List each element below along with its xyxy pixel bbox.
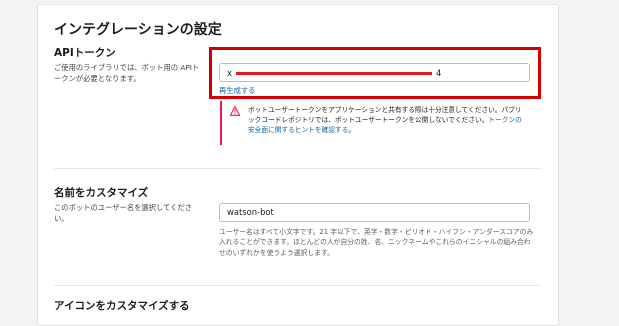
api-token-label: APIトークン (54, 47, 116, 59)
name-section-description: このボットのユーザー名を選択してください。 (54, 203, 193, 223)
regenerate-link[interactable]: 再生成する (219, 86, 255, 96)
section-divider (54, 285, 542, 286)
warning-text: ボットユーザートークンをアプリケーションと共有する際は十分注意してください。パブ… (248, 105, 528, 135)
warning-tail: 。 (348, 126, 355, 134)
settings-card: インテグレーションの設定 APIトークン ご使用のライブラリでは、ボット用の A… (37, 4, 559, 326)
page-title: インテグレーションの設定 (54, 22, 222, 38)
name-section-label: 名前をカスタマイズ (54, 187, 149, 199)
username-help-text: ユーザー名はすべて小文字です。21 字以下で、英字・数字・ピリオド・ハイフン・ア… (219, 228, 534, 257)
section-divider (54, 168, 542, 169)
api-token-description: ご使用のライブラリでは、ボット用の APIトークンが必要となります。 (54, 63, 200, 83)
token-warning-banner: ボットユーザートークンをアプリケーションと共有する際は十分注意してください。パブ… (220, 101, 532, 145)
warning-triangle-icon (230, 106, 240, 116)
warning-message: ボットユーザートークンをアプリケーションと共有する際は十分注意してください。パブ… (248, 106, 522, 124)
bot-username-input[interactable]: watson-bot (219, 203, 530, 222)
icon-section-label: アイコンをカスタマイズする (54, 300, 190, 312)
highlight-annotation (209, 47, 541, 99)
